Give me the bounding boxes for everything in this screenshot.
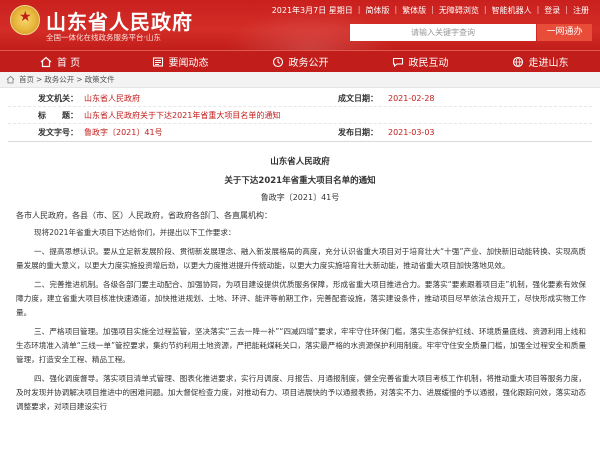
nav-item-news[interactable]: 要闻动态	[120, 51, 240, 73]
separator: |	[565, 5, 568, 14]
issuer-label: 发文机关：	[38, 93, 78, 103]
breadcrumb-separator: >	[36, 75, 43, 84]
breadcrumb: 首页 > 政务公开 > 政策文件	[0, 72, 600, 88]
search-input[interactable]: 请输入关键字查询	[350, 24, 536, 41]
meta-row: 发文机关： 山东省人民政府 成文日期： 2021-02-28	[8, 90, 592, 107]
issuer-value: 山东省人民政府	[84, 93, 140, 103]
globe-icon	[512, 56, 523, 67]
nav-item-open-gov[interactable]: 政务公开	[240, 51, 360, 73]
number-label: 发文字号：	[38, 128, 78, 137]
interaction-icon	[392, 57, 403, 67]
home-icon	[40, 56, 52, 67]
one-stop-service-button[interactable]: 一网通办	[537, 24, 592, 41]
date-value: 2021-02-28	[388, 93, 435, 103]
document-paragraph: 四、强化调度督导。落实项目清单式管理、图表化推进要求，实行月调度、月报告、月通报…	[16, 374, 586, 411]
document-org: 山东省人民政府	[270, 157, 330, 167]
robot-link[interactable]: 智能机器人	[489, 5, 535, 16]
nav-label: 走进山东	[528, 58, 569, 69]
pub-date-label: 发布日期：	[338, 128, 378, 137]
separator: |	[394, 5, 398, 14]
separator: |	[357, 5, 361, 14]
accessibility-link[interactable]: 无障碍浏览	[436, 5, 482, 16]
nav-label: 要闻动态	[168, 58, 209, 69]
news-icon	[152, 56, 163, 67]
breadcrumb-policy[interactable]: 政策文件	[85, 74, 115, 85]
document-metadata: 发文机关： 山东省人民政府 成文日期： 2021-02-28 标 题： 山东省人…	[8, 90, 592, 142]
main-nav: 首 页 要闻动态 政务公开 政民互动 走进山东	[0, 50, 600, 72]
document-paragraph: 二、完善推进机制。各级各部门要主动配合、加强协同，为项目建设提供优质服务保障，形…	[16, 280, 586, 317]
nav-item-discover[interactable]: 走进山东	[480, 51, 600, 73]
document-paragraph: 现将2021年省重大项目下达给你们，并提出以下工作要求：	[34, 228, 236, 237]
title-label: 标 题：	[38, 110, 78, 120]
number-value: 鲁政字〔2021〕41号	[84, 128, 163, 137]
date-label: 成文日期：	[338, 93, 378, 103]
breadcrumb-separator: >	[76, 75, 83, 84]
national-emblem-icon[interactable]	[10, 5, 40, 35]
title-value: 山东省人民政府关于下达2021年省重大项目名单的通知	[84, 110, 281, 120]
document-salutation: 各市人民政府，各县（市、区）人民政府，省政府各部门、各直属机构：	[16, 211, 272, 220]
simplified-link[interactable]: 简体版	[362, 5, 392, 16]
site-subtitle: 全国一体化在线政务服务平台·山东	[46, 33, 161, 42]
date-text: 2021年3月7日 星期日	[271, 6, 353, 15]
document-paragraph: 三、严格项目管理。加强项目实施全过程监管，坚决落实“三去一降一补”“四减四增”要…	[16, 327, 586, 364]
meta-row: 标 题： 山东省人民政府关于下达2021年省重大项目名单的通知	[8, 107, 592, 124]
breadcrumb-open-gov[interactable]: 政务公开	[44, 74, 74, 85]
nav-label: 首 页	[56, 58, 81, 69]
pub-date-value: 2021-03-03	[388, 128, 435, 137]
separator: |	[431, 5, 434, 14]
open-gov-icon	[272, 56, 283, 67]
register-link[interactable]: 注册	[570, 5, 592, 16]
nav-item-interaction[interactable]: 政民互动	[360, 51, 480, 73]
nav-item-home[interactable]: 首 页	[0, 51, 120, 73]
site-title[interactable]: 山东省人民政府	[46, 6, 193, 35]
nav-label: 政务公开	[288, 58, 329, 69]
document-paragraph: 一、提高思想认识。要从立足新发展阶段、贯彻新发展理念、融入新发展格局的高度，充分…	[16, 247, 586, 270]
login-link[interactable]: 登录	[541, 5, 563, 16]
breadcrumb-home[interactable]: 首页	[19, 74, 34, 85]
separator: |	[483, 5, 487, 14]
home-icon	[6, 75, 15, 84]
traditional-link[interactable]: 繁体版	[399, 5, 429, 16]
document-body: 山东省人民政府 关于下达2021年省重大项目名单的通知 鲁政字〔2021〕41号…	[0, 155, 600, 414]
nav-label: 政民互动	[408, 58, 449, 69]
document-title: 关于下达2021年省重大项目名单的通知	[224, 176, 376, 186]
site-header: 山东省人民政府 全国一体化在线政务服务平台·山东 2021年3月7日 星期日 |…	[0, 0, 600, 50]
top-links: 2021年3月7日 星期日 | 简体版 | 繁体版 | 无障碍浏览 | 智能机器…	[269, 5, 592, 16]
meta-row: 发文字号： 鲁政字〔2021〕41号 发布日期： 2021-03-03	[8, 124, 592, 141]
separator: |	[536, 5, 540, 14]
document-number: 鲁政字〔2021〕41号	[260, 193, 340, 202]
